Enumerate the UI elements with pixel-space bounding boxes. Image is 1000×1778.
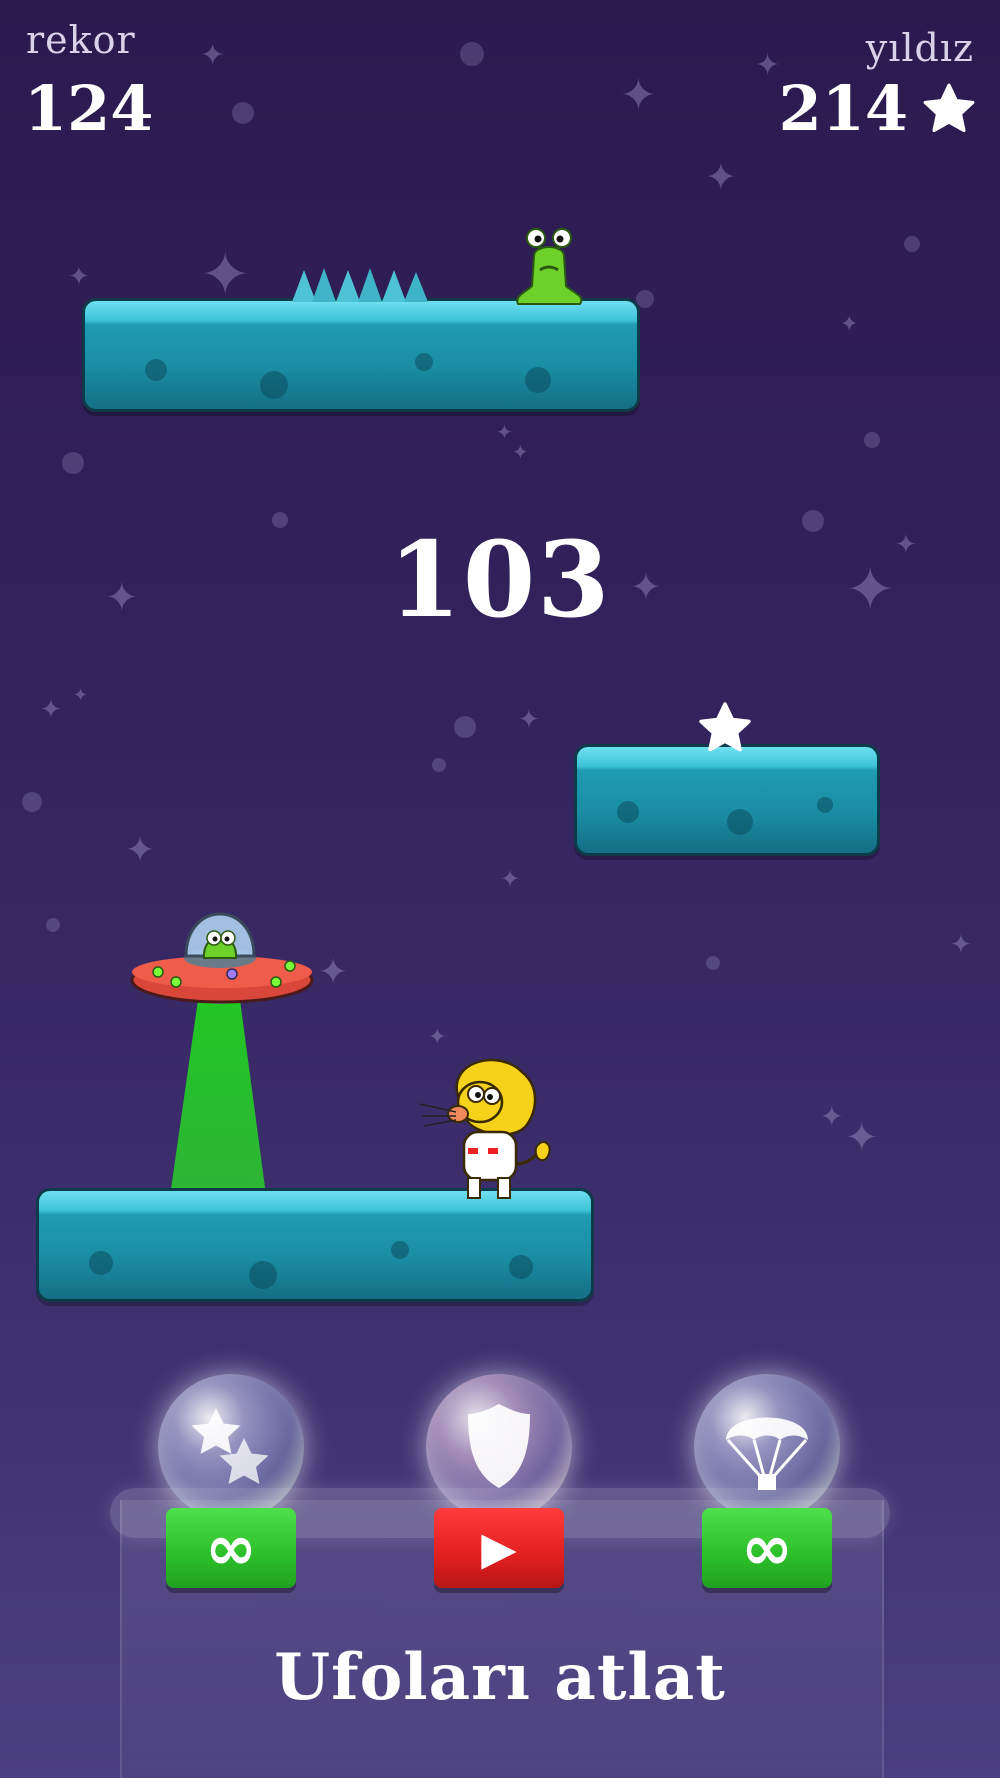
bg-star-icon: ✦ [496,420,513,444]
ice-platform [574,744,880,856]
bg-star-icon: ✦ [73,685,89,706]
bg-star-icon: ✦ [428,1025,447,1050]
bg-star-icon: ✦ [518,705,540,735]
bg-star-icon: ✦ [755,48,781,83]
bg-star-icon: ✦ [200,38,226,73]
ice-platform [82,298,640,412]
bg-star-icon: ✦ [125,830,156,871]
lion-player [419,1058,551,1199]
ufo-enemy [130,912,314,1218]
double-stars-infinite-button[interactable]: ∞ [166,1508,296,1588]
ice-platform [36,1188,594,1302]
play-icon: ▶ [481,1521,517,1575]
parachute-infinite-button[interactable]: ∞ [702,1508,832,1588]
infinity-icon: ∞ [741,1511,793,1584]
bg-star-icon: ✦ [845,1115,879,1161]
bg-star-icon: ✦ [820,1100,844,1133]
shield-powerup[interactable] [426,1374,572,1520]
bg-star-icon: ✦ [705,155,737,199]
bg-star-icon: ✦ [620,70,657,121]
parachute-powerup[interactable] [694,1374,840,1520]
record-label: rekor [26,18,136,62]
infinity-icon: ∞ [205,1511,257,1584]
shield-watch-video-button[interactable]: ▶ [434,1508,564,1588]
current-score: 103 [388,518,612,641]
star-icon [923,83,975,132]
bg-star-icon: ✦ [318,952,349,993]
stars-label: yıldız [865,26,974,70]
bg-star-icon: ✦ [40,695,62,725]
bg-star-icon: ✦ [950,930,972,960]
ice-spikes [292,268,428,302]
hint-text: Ufoları atlat [274,1640,726,1715]
bg-star-icon: ✦ [840,312,859,337]
bg-star-icon: ✦ [512,440,529,464]
parachute-icon [726,1417,808,1490]
stars-counter: 214 [779,72,978,145]
double-stars-powerup[interactable] [158,1374,304,1520]
stars-value: 214 [778,72,908,145]
shield-icon [468,1404,530,1488]
collectible-star-icon [699,702,751,752]
bg-star-icon: ✦ [68,262,90,292]
record-value: 124 [24,72,154,145]
bg-star-icon: ✦ [500,865,521,893]
slug-alien [516,228,583,305]
double-star-icon [191,1408,269,1484]
